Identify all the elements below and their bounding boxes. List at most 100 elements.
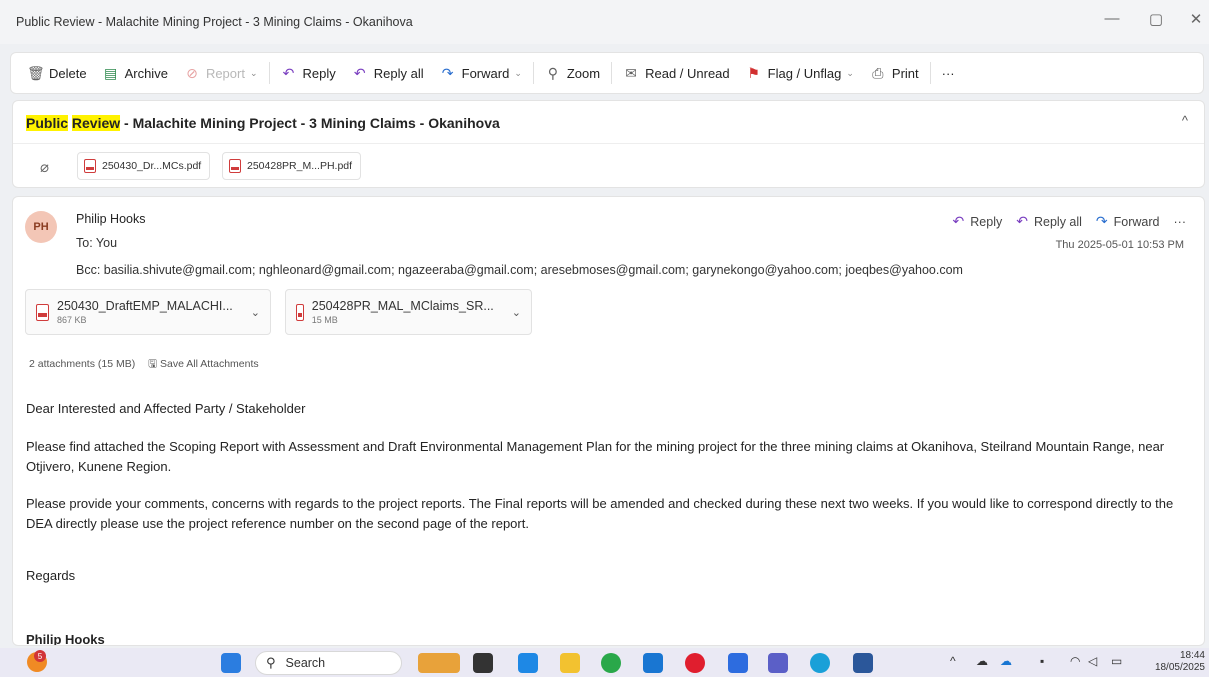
- reply-all-icon: ↶: [353, 64, 366, 81]
- reply-all-button[interactable]: ↶ Reply all: [344, 58, 432, 88]
- flag-unflag-button[interactable]: ⚑ Flag / Unflag ⌄: [738, 58, 862, 88]
- pdf-icon: [36, 303, 49, 321]
- forward-icon: ↷: [1095, 213, 1108, 229]
- zoom-button[interactable]: ⚲ Zoom: [537, 58, 608, 88]
- task-view-icon[interactable]: [473, 653, 493, 673]
- teams-icon[interactable]: [768, 653, 788, 673]
- toolbar-divider: [268, 62, 270, 84]
- wifi-icon[interactable]: ◠: [1070, 654, 1080, 668]
- attachment-meta: 250428PR_MAL_MClaims_SR... 15 MB: [312, 299, 494, 325]
- opera-icon[interactable]: [685, 653, 705, 673]
- avatar[interactable]: PH: [25, 211, 57, 243]
- volume-icon[interactable]: ◁: [1088, 654, 1097, 668]
- widgets-icon[interactable]: [418, 653, 460, 673]
- window-titlebar: Public Review - Malachite Mining Project…: [0, 0, 1209, 44]
- more-options-button[interactable]: ···: [934, 58, 963, 88]
- chrome-icon[interactable]: [601, 653, 621, 673]
- greeting: Dear Interested and Affected Party / Sta…: [26, 401, 306, 416]
- reply-button[interactable]: ↶ Reply: [953, 213, 1003, 230]
- minimize-button[interactable]: —: [1100, 10, 1124, 27]
- pdf-icon: [229, 159, 241, 173]
- edge-icon[interactable]: [810, 653, 830, 673]
- forward-label: Forward: [1113, 214, 1160, 229]
- reply-all-label: Reply all: [1033, 214, 1082, 229]
- mini-attachment-2[interactable]: 250428PR_M...PH.pdf: [222, 152, 362, 180]
- report-button[interactable]: ⊘ Report ⌄: [176, 58, 266, 88]
- word-icon[interactable]: [853, 653, 873, 673]
- body-paragraph-1: Please find attached the Scoping Report …: [26, 439, 1165, 474]
- reply-label: Reply: [970, 214, 1003, 229]
- windows-start-icon[interactable]: [221, 653, 241, 673]
- message-timestamp: Thu 2025-05-01 10:53 PM: [1055, 239, 1184, 251]
- chevron-down-icon[interactable]: ⌄: [512, 306, 521, 319]
- attachment-summary: 2 attachments (15 MB) 🖫 Save All Attachm…: [29, 356, 259, 374]
- close-button[interactable]: ✕: [1184, 10, 1208, 28]
- message-actions: ↶ Reply ↶ Reply all ↷ Forward ···: [939, 213, 1186, 230]
- clock-time: 18:44: [1179, 650, 1205, 661]
- clock-date: 18/05/2025: [1154, 662, 1205, 673]
- save-all-label: Save All Attachments: [160, 358, 259, 370]
- toolbar-divider: [929, 62, 931, 84]
- more-icon: ···: [941, 65, 955, 81]
- teams-tray-icon[interactable]: ▪: [1040, 654, 1044, 668]
- command-toolbar: 🗑 Delete ▤ Archive ⊘ Report ⌄ ↶ Reply ↶ …: [10, 52, 1204, 94]
- reply-all-icon: ↶: [1016, 213, 1028, 229]
- chevron-down-icon: ⌄: [514, 67, 522, 78]
- flag-icon: ⚑: [747, 64, 760, 81]
- attachment-size: 15 MB: [311, 315, 338, 325]
- subject-highlight-1: Public: [26, 115, 69, 131]
- onedrive-icon[interactable]: ☁: [1000, 654, 1012, 668]
- read-unread-label: Read / Unread: [645, 65, 730, 81]
- signature: Philip Hooks: [26, 632, 105, 646]
- mini-attachment-1[interactable]: 250430_Dr...MCs.pdf: [77, 152, 211, 180]
- read-unread-button[interactable]: ✉ Read / Unread: [615, 58, 738, 88]
- forward-icon: ↷: [441, 64, 454, 81]
- flag-unflag-label: Flag / Unflag: [767, 65, 842, 81]
- reply-all-button[interactable]: ↶ Reply all: [1016, 213, 1082, 230]
- collapse-chevron-icon[interactable]: ^: [1182, 113, 1188, 128]
- onedrive-personal-icon[interactable]: ☁: [976, 654, 988, 668]
- mini-attachment-name: 250428PR_M...PH.pdf: [247, 160, 353, 172]
- print-label: Print: [891, 65, 919, 81]
- outlook-icon[interactable]: [643, 653, 663, 673]
- attachment-meta: 250430_DraftEMP_MALACHI... 867 KB: [57, 299, 233, 325]
- taskbar-search[interactable]: ⚲ Search: [255, 651, 402, 675]
- reply-all-label: Reply all: [373, 65, 424, 81]
- print-button[interactable]: ⎙ Print: [862, 58, 927, 88]
- sender-name[interactable]: Philip Hooks: [76, 212, 145, 226]
- reply-icon: ↶: [282, 64, 295, 81]
- divider: [13, 143, 1204, 144]
- attachment-card-2[interactable]: 250428PR_MAL_MClaims_SR... 15 MB ⌄: [285, 289, 532, 335]
- reply-icon: ↶: [952, 213, 965, 229]
- save-all-attachments-button[interactable]: 🖫 Save All Attachments: [148, 358, 259, 370]
- pdf-icon: [296, 303, 304, 321]
- maximize-button[interactable]: ▢: [1144, 10, 1168, 28]
- reply-label: Reply: [302, 65, 336, 81]
- attachment-card-1[interactable]: 250430_DraftEMP_MALACHI... 867 KB ⌄: [25, 289, 271, 335]
- subject-card: Public Review - Malachite Mining Project…: [12, 100, 1205, 188]
- zoom-icon: ⚲: [547, 64, 558, 81]
- delete-button[interactable]: 🗑 Delete: [19, 58, 95, 88]
- to-line: To: You: [76, 236, 118, 250]
- mini-attachment-name: 250430_Dr...MCs.pdf: [102, 160, 202, 172]
- forward-button[interactable]: ↷ Forward ⌄: [432, 58, 530, 88]
- archive-button[interactable]: ▤ Archive: [95, 58, 176, 88]
- printer-icon: ⎙: [872, 64, 884, 81]
- copilot-icon[interactable]: [518, 653, 538, 673]
- reply-button[interactable]: ↶ Reply: [273, 58, 344, 88]
- battery-icon[interactable]: ▭: [1111, 654, 1122, 668]
- file-explorer-icon[interactable]: [560, 653, 580, 673]
- email-subject: Public Review - Malachite Mining Project…: [26, 115, 500, 131]
- more-actions-button[interactable]: ···: [1174, 215, 1187, 229]
- save-icon: 🖫: [148, 358, 158, 370]
- chevron-down-icon[interactable]: ⌄: [251, 306, 260, 319]
- tray-overflow-icon[interactable]: ^: [950, 654, 956, 668]
- forward-button[interactable]: ↷ Forward: [1096, 213, 1160, 230]
- toolbar-divider: [532, 62, 534, 84]
- todo-icon[interactable]: [728, 653, 748, 673]
- clock[interactable]: 18:44 18/05/2025: [1155, 650, 1205, 674]
- envelope-open-icon: ✉: [625, 64, 637, 81]
- forward-label: Forward: [461, 65, 510, 81]
- trash-icon: 🗑: [27, 64, 45, 81]
- window-title: Public Review - Malachite Mining Project…: [16, 15, 413, 29]
